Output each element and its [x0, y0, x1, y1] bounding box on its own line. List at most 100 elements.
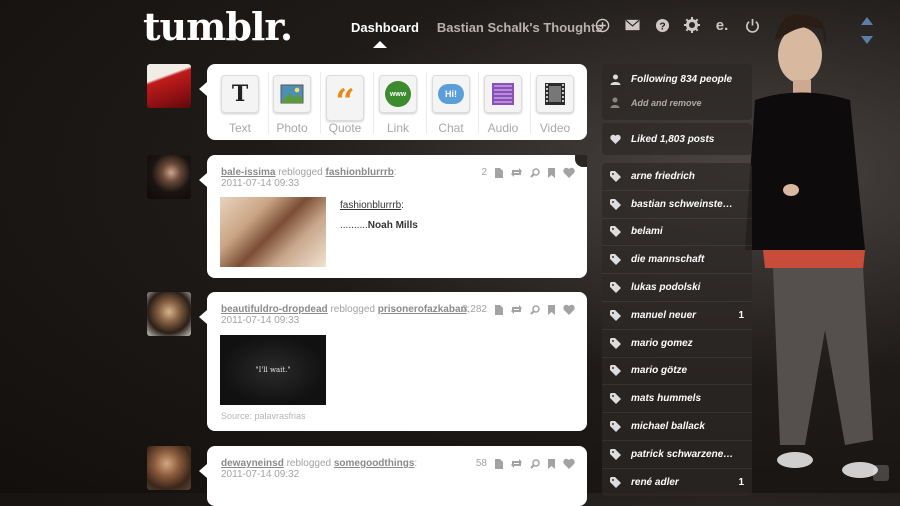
post-type-link-button[interactable]: www Link [372, 70, 424, 136]
tag-name: mats hummels [631, 393, 702, 405]
scroll-down-icon[interactable] [861, 36, 873, 44]
post-corner-fold[interactable] [575, 155, 587, 167]
tag-icon [610, 282, 621, 294]
post-author-link[interactable]: dewayneinsd [221, 458, 284, 469]
tracked-tag-item[interactable]: belami [602, 219, 752, 246]
tag-icon [610, 448, 621, 460]
tracked-tag-item[interactable]: patrick schwarzene… [602, 441, 752, 468]
tracked-tag-item[interactable]: mario gomez [602, 330, 752, 357]
reblog-icon[interactable] [511, 168, 522, 177]
avatar[interactable] [147, 446, 191, 490]
corner-icon[interactable] [873, 465, 889, 481]
tag-icon [610, 254, 621, 266]
tracked-tag-item[interactable]: bastian schweinste… [602, 191, 752, 218]
bookmark-icon[interactable] [548, 167, 555, 178]
dashboard-sidebar: Following 834 people Add and remove Like… [602, 64, 752, 496]
post-date: 2011-07-14 09:33 [221, 178, 300, 189]
tag-icon [610, 198, 621, 210]
bookmark-icon[interactable] [548, 304, 555, 315]
tracked-tag-item[interactable]: rené adler 1 [602, 469, 752, 496]
tag-icon [610, 365, 621, 377]
tracked-tag-item[interactable]: die mannschaft [602, 246, 752, 273]
tag-name: mario götze [631, 365, 688, 377]
post-type-photo-button[interactable]: Photo [266, 70, 318, 136]
tag-icon [610, 421, 621, 433]
post-type-chat-button[interactable]: Hi! Chat [425, 70, 477, 136]
bookmark-icon[interactable] [548, 458, 555, 469]
post: dewayneinsd reblogged somegoodthings: 20… [199, 446, 587, 506]
like-icon[interactable] [563, 167, 575, 178]
following-link[interactable]: Following 834 people [602, 64, 752, 93]
tracked-tag-item[interactable]: arne friedrich [602, 163, 752, 190]
reblog-icon[interactable] [511, 459, 522, 468]
tag-icon [610, 226, 621, 238]
post-source-link[interactable]: prisonerofazkaban [378, 304, 467, 315]
avatar[interactable] [147, 292, 191, 336]
reblog-icon[interactable] [511, 305, 522, 314]
post-author-link[interactable]: beautifuldro-dropdead [221, 304, 328, 315]
avatar[interactable] [147, 64, 191, 108]
post-type-quote-button[interactable]: “ Quote [319, 70, 371, 136]
nav-dashboard[interactable]: Dashboard [351, 20, 419, 35]
notes-icon[interactable] [495, 167, 503, 178]
tracked-tag-item[interactable]: mario götze [602, 358, 752, 385]
e-icon[interactable]: e. [707, 15, 737, 35]
header-icons: ? e. [587, 15, 767, 35]
post-source-link[interactable]: somegoodthings [334, 458, 415, 469]
post-actions: 2 [481, 167, 575, 178]
post-photo[interactable] [220, 197, 326, 267]
post-author-link[interactable]: bale-issima [221, 167, 275, 178]
background-photo [745, 14, 878, 478]
nav-active-caret [373, 41, 387, 48]
chat-icon: Hi! [432, 75, 470, 113]
notes-count[interactable]: 2 [481, 167, 487, 178]
tracked-tag-item[interactable]: lukas podolski [602, 274, 752, 301]
post-type-video-button[interactable]: Video [529, 70, 581, 136]
like-icon[interactable] [563, 458, 575, 469]
add-remove-link[interactable]: Add and remove [602, 93, 752, 113]
gear-icon[interactable] [677, 15, 707, 35]
tag-name: belami [631, 226, 663, 238]
search-icon[interactable] [530, 304, 540, 315]
search-icon[interactable] [530, 167, 540, 178]
avatar[interactable] [147, 155, 191, 199]
tag-icon [610, 476, 621, 488]
notes-count[interactable]: 58 [476, 458, 487, 469]
tracked-tag-item[interactable]: manuel neuer 1 [602, 302, 752, 329]
notes-count[interactable]: 3,282 [462, 304, 487, 315]
tag-name: die mannschaft [631, 254, 705, 266]
tag-name: michael ballack [631, 421, 705, 433]
liked-posts-link[interactable]: Liked 1,803 posts [602, 123, 752, 155]
tumblr-logo[interactable]: tumblr. [143, 4, 293, 49]
post: beautifuldro-dropdead reblogged prisoner… [199, 292, 587, 431]
caption-source-link[interactable]: fashionblurrrb [340, 200, 401, 211]
plus-circle-icon[interactable] [587, 15, 617, 35]
post-source-link[interactable]: fashionblurrrb [326, 167, 394, 178]
post-actions: 3,282 [462, 304, 575, 315]
notes-icon[interactable] [495, 304, 503, 315]
tracked-tag-item[interactable]: mats hummels [602, 385, 752, 412]
post-attribution: beautifuldro-dropdead reblogged prisoner… [221, 304, 470, 315]
tag-name: arne friedrich [631, 170, 695, 182]
post-photo[interactable]: "I'll wait." [220, 335, 326, 405]
post-type-text-button[interactable]: T Text [214, 70, 266, 136]
tag-name: rené adler [631, 476, 679, 488]
tag-name: lukas podolski [631, 282, 701, 294]
nav-blog[interactable]: Bastian Schalk's Thoughts [437, 20, 603, 35]
scroll-up-icon[interactable] [861, 17, 873, 25]
post-date: 2011-07-14 09:32 [221, 469, 300, 480]
quote-icon: “ [326, 75, 364, 122]
search-icon[interactable] [530, 458, 540, 469]
power-icon[interactable] [737, 15, 767, 35]
tracked-tag-item[interactable]: michael ballack [602, 413, 752, 440]
notes-icon[interactable] [495, 458, 503, 469]
video-icon [536, 75, 574, 113]
post-type-audio-button[interactable]: Audio [477, 70, 529, 136]
tag-icon [610, 393, 621, 405]
tag-name: bastian schweinste… [631, 198, 733, 210]
tag-unread-count: 1 [738, 309, 744, 321]
mail-icon[interactable] [617, 15, 647, 35]
help-icon[interactable]: ? [647, 15, 677, 35]
tag-icon [610, 337, 621, 349]
like-icon[interactable] [563, 304, 575, 315]
